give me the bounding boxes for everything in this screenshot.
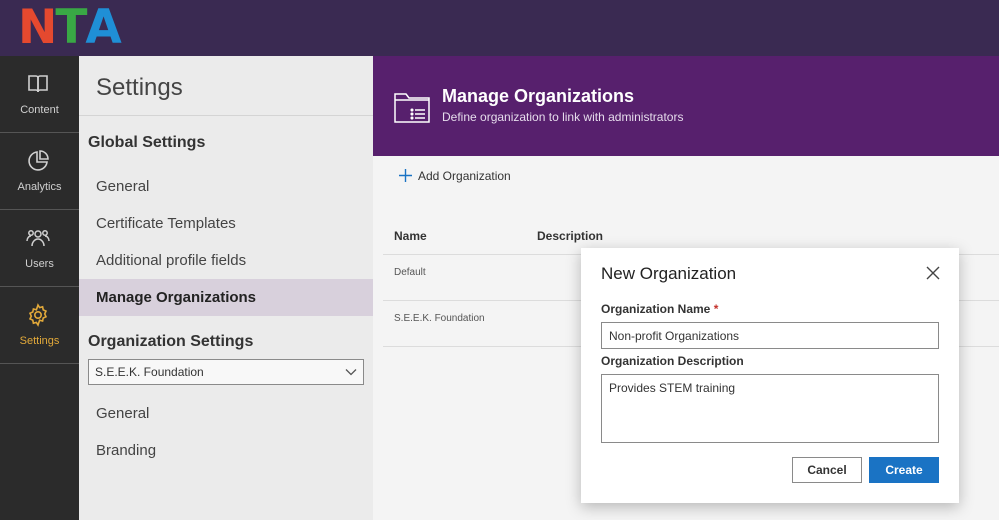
cancel-button[interactable]: Cancel	[792, 457, 862, 483]
dialog-title: New Organization	[601, 264, 737, 283]
organization-description-label: Organization Description	[601, 354, 744, 368]
organization-name-input[interactable]	[601, 322, 939, 349]
create-button[interactable]: Create	[869, 457, 939, 483]
organization-description-input[interactable]: Provides STEM training	[601, 374, 939, 443]
required-marker: *	[713, 302, 719, 316]
new-organization-dialog: New Organization Organization Name * Org…	[581, 248, 959, 503]
organization-name-label-text: Organization Name	[601, 302, 711, 316]
organization-name-label: Organization Name *	[601, 302, 718, 316]
close-icon[interactable]	[926, 266, 940, 280]
